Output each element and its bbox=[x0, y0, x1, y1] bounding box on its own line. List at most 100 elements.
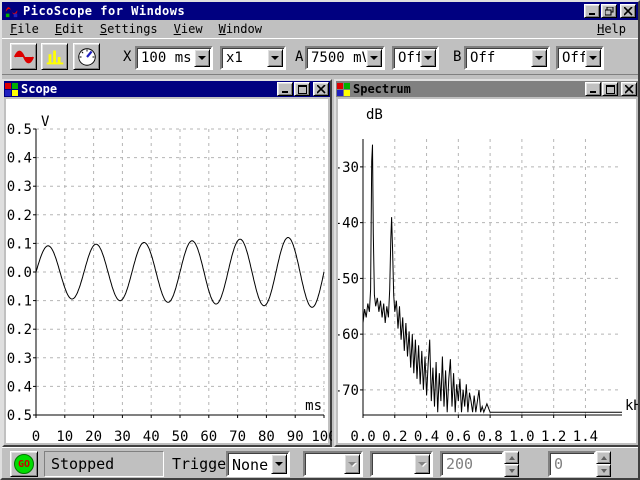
picoscope-main-window: PicoScope for Windows File Edit Settings… bbox=[0, 0, 640, 480]
scope-maximize-button[interactable] bbox=[294, 82, 310, 96]
channel-a-range-select[interactable]: 7500 mV bbox=[305, 46, 385, 70]
svg-text:1.2: 1.2 bbox=[541, 429, 566, 445]
spectrum-maximize-button[interactable] bbox=[602, 82, 618, 96]
svg-text:0.3: 0.3 bbox=[7, 179, 32, 195]
svg-text:0.4: 0.4 bbox=[7, 151, 32, 167]
svg-text:0.1: 0.1 bbox=[7, 236, 32, 252]
meter-view-button[interactable] bbox=[73, 43, 100, 70]
timebase-label: X bbox=[123, 49, 131, 65]
window-title: PicoScope for Windows bbox=[23, 4, 185, 18]
scope-plot-area: 01020304050607080901000.50.40.30.20.10.0… bbox=[6, 99, 328, 443]
channel-b-range-select[interactable]: Off bbox=[464, 46, 550, 70]
multiplier-select[interactable]: x1 bbox=[220, 46, 286, 70]
trigger-delay-spinner bbox=[596, 451, 611, 477]
chevron-down-icon[interactable] bbox=[194, 49, 210, 67]
channel-b-coupling-value: Off bbox=[562, 50, 587, 66]
svg-text:70: 70 bbox=[229, 429, 246, 445]
svg-text:-40: -40 bbox=[338, 216, 359, 232]
svg-text:100: 100 bbox=[311, 429, 332, 445]
spectrum-close-button[interactable] bbox=[621, 82, 637, 96]
scope-titlebar[interactable]: Scope bbox=[4, 81, 330, 97]
chevron-down-icon[interactable] bbox=[271, 454, 287, 474]
svg-text:0.2: 0.2 bbox=[382, 429, 407, 445]
scope-minimize-button[interactable] bbox=[277, 82, 293, 96]
trigger-delay-field: 0 bbox=[548, 451, 596, 477]
channel-b-coupling-select[interactable]: Off bbox=[556, 46, 604, 70]
channel-b-range-value: Off bbox=[470, 50, 495, 66]
toolbar: X 100 ms x1 A 7500 mV Off B Off Off bbox=[2, 38, 638, 75]
svg-text:-0.2: -0.2 bbox=[6, 322, 32, 338]
restore-button[interactable] bbox=[601, 4, 617, 18]
gauge-icon bbox=[76, 46, 98, 68]
scope-close-button[interactable] bbox=[313, 82, 329, 96]
menu-edit[interactable]: Edit bbox=[47, 21, 92, 37]
scope-title: Scope bbox=[21, 82, 57, 96]
svg-text:0.2: 0.2 bbox=[7, 208, 32, 224]
spin-down-button[interactable] bbox=[596, 464, 611, 477]
channel-a-range-value: 7500 mV bbox=[311, 50, 370, 66]
spin-up-button[interactable] bbox=[596, 451, 611, 464]
scope-window: Scope 01020304050607080901000.50.40.30.2… bbox=[2, 79, 332, 447]
trigger-mode-select[interactable]: None bbox=[226, 451, 290, 477]
close-icon bbox=[317, 85, 326, 94]
go-button[interactable]: GO bbox=[10, 451, 38, 477]
chevron-down-icon[interactable] bbox=[585, 49, 601, 67]
trigger-threshold-field: 200 bbox=[440, 451, 504, 477]
menu-view[interactable]: View bbox=[166, 21, 211, 37]
channel-a-label: A bbox=[295, 49, 303, 65]
spectrum-view-button[interactable] bbox=[41, 43, 68, 70]
minimize-icon bbox=[281, 85, 290, 94]
status-field: Stopped bbox=[44, 451, 164, 477]
scope-view-button[interactable] bbox=[10, 43, 37, 70]
menu-file[interactable]: File bbox=[2, 21, 47, 37]
spectrum-plot-area: 0.00.20.40.60.81.01.21.4-30-40-50-60-70d… bbox=[338, 99, 636, 443]
svg-text:-60: -60 bbox=[338, 327, 359, 343]
svg-text:50: 50 bbox=[172, 429, 189, 445]
go-indicator: GO bbox=[14, 454, 34, 474]
svg-text:20: 20 bbox=[85, 429, 102, 445]
channel-a-coupling-select[interactable]: Off bbox=[392, 46, 439, 70]
svg-text:0.4: 0.4 bbox=[414, 429, 439, 445]
chevron-down-icon[interactable] bbox=[267, 49, 283, 67]
svg-text:1.0: 1.0 bbox=[509, 429, 534, 445]
spectrum-plot: 0.00.20.40.60.81.01.21.4-30-40-50-60-70d… bbox=[338, 99, 640, 447]
svg-text:0.5: 0.5 bbox=[7, 122, 32, 138]
menu-settings[interactable]: Settings bbox=[92, 21, 166, 37]
spectrum-minimize-button[interactable] bbox=[585, 82, 601, 96]
arrow-down-icon bbox=[509, 469, 515, 473]
minimize-icon bbox=[589, 85, 598, 94]
svg-text:-0.4: -0.4 bbox=[6, 379, 32, 395]
spin-up-button[interactable] bbox=[504, 451, 519, 464]
svg-text:40: 40 bbox=[143, 429, 160, 445]
svg-text:60: 60 bbox=[200, 429, 217, 445]
close-button[interactable] bbox=[620, 4, 636, 18]
chevron-down-icon[interactable] bbox=[531, 49, 547, 67]
menu-help[interactable]: Help bbox=[589, 21, 634, 37]
svg-text:1.4: 1.4 bbox=[573, 429, 598, 445]
restore-icon bbox=[605, 7, 614, 16]
scope-plot: 01020304050607080901000.50.40.30.20.10.0… bbox=[6, 99, 332, 447]
trigger-direction-select bbox=[370, 451, 433, 477]
go-label: GO bbox=[18, 459, 30, 470]
menu-window[interactable]: Window bbox=[211, 21, 270, 37]
chevron-down-icon[interactable] bbox=[366, 49, 382, 67]
chevron-down-icon bbox=[414, 454, 430, 474]
minimize-button[interactable] bbox=[584, 4, 600, 18]
svg-text:0: 0 bbox=[32, 429, 40, 445]
maximize-icon bbox=[298, 85, 307, 94]
spectrum-title: Spectrum bbox=[353, 82, 411, 96]
svg-text:-50: -50 bbox=[338, 271, 359, 287]
chevron-down-icon[interactable] bbox=[420, 49, 436, 67]
bar-chart-icon bbox=[44, 46, 66, 68]
spectrum-window: Spectrum 0.00.20.40.60.81.01.21.4-30-40-… bbox=[334, 79, 640, 447]
spectrum-titlebar[interactable]: Spectrum bbox=[336, 81, 638, 97]
svg-text:V: V bbox=[41, 114, 50, 130]
main-titlebar[interactable]: PicoScope for Windows bbox=[2, 2, 638, 20]
svg-text:-0.3: -0.3 bbox=[6, 351, 32, 367]
timebase-select[interactable]: 100 ms bbox=[135, 46, 213, 70]
svg-text:10: 10 bbox=[56, 429, 73, 445]
app-icon bbox=[5, 4, 19, 18]
svg-text:-30: -30 bbox=[338, 160, 359, 176]
arrow-down-icon bbox=[601, 469, 607, 473]
spin-down-button[interactable] bbox=[504, 464, 519, 477]
